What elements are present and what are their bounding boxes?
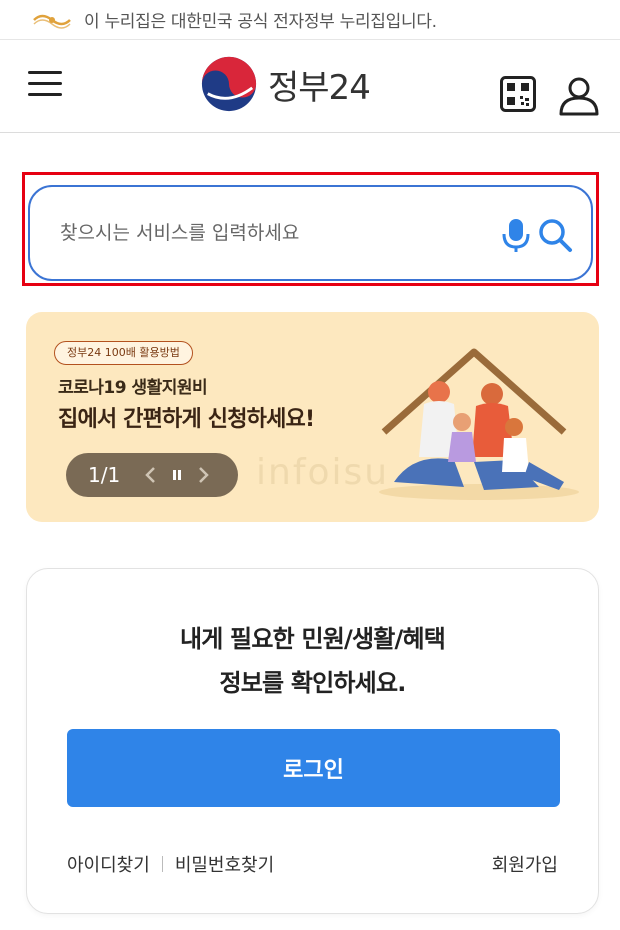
carousel-prev-icon[interactable]: [138, 462, 164, 488]
login-message-line1: 내게 필요한 민원/생활/혜택: [179, 625, 446, 653]
carousel-pause-icon[interactable]: [164, 462, 190, 488]
banner-title: 집에서 간편하게 신청하세요!: [58, 407, 315, 432]
government-mark-icon: [33, 14, 71, 29]
search-input[interactable]: [60, 222, 480, 244]
carousel-controls: 1/1: [66, 453, 238, 497]
site-header: 정부24: [0, 41, 620, 133]
find-id-link[interactable]: 아이디찾기: [67, 851, 150, 877]
banner-tag: 정부24 100배 활용방법: [54, 341, 193, 365]
search-icon[interactable]: [537, 217, 573, 253]
taegeuk-emblem-icon: [201, 56, 257, 112]
microphone-icon[interactable]: [501, 217, 531, 253]
login-button[interactable]: 로그인: [67, 729, 560, 807]
family-house-illustration: [379, 348, 579, 500]
login-message-line2: 정보를 확인하세요.: [219, 669, 406, 697]
login-message: 내게 필요한 민원/생활/혜택 정보를 확인하세요.: [27, 617, 598, 705]
divider: [161, 856, 163, 872]
qr-code-icon[interactable]: [500, 76, 536, 112]
logo-text: 정부24: [268, 67, 371, 108]
government-notice-text: 이 누리집은 대한민국 공식 전자정부 누리집입니다.: [84, 12, 437, 32]
banner-subtitle: 코로나19 생활지원비: [58, 378, 208, 398]
carousel-page-indicator: 1/1: [88, 463, 121, 487]
signup-link[interactable]: 회원가입: [492, 851, 558, 877]
site-logo[interactable]: 정부24: [200, 55, 371, 113]
watermark: infoisu: [256, 452, 390, 493]
login-card: 내게 필요한 민원/생활/혜택 정보를 확인하세요. 로그인 아이디찾기 비밀번…: [26, 568, 599, 914]
user-icon[interactable]: [558, 74, 600, 116]
find-password-link[interactable]: 비밀번호찾기: [175, 851, 274, 877]
carousel-next-icon[interactable]: [190, 462, 216, 488]
promo-banner[interactable]: 정부24 100배 활용방법 코로나19 생활지원비 집에서 간편하게 신청하세…: [26, 312, 599, 522]
search-bar: [28, 185, 593, 281]
hamburger-menu-icon[interactable]: [28, 71, 64, 101]
account-find-links: 아이디찾기 비밀번호찾기: [67, 851, 274, 877]
government-notice-bar: 이 누리집은 대한민국 공식 전자정부 누리집입니다.: [0, 0, 620, 40]
